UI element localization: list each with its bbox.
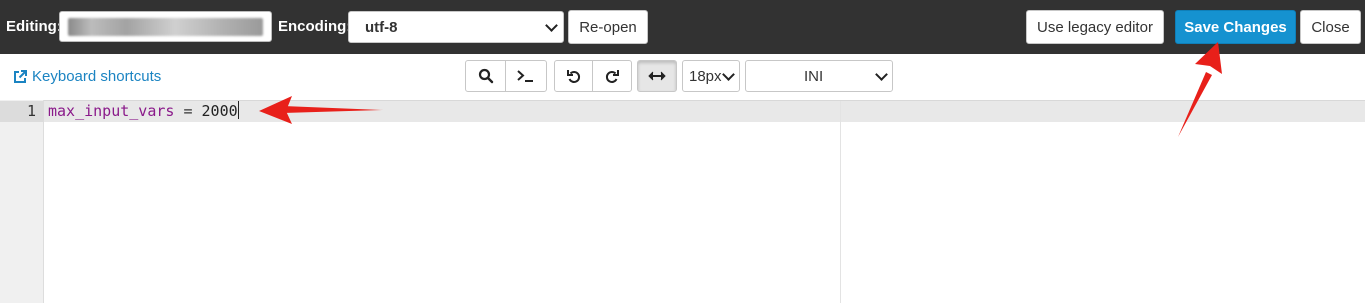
code-editor[interactable] [0, 100, 1365, 304]
font-size-value: 18px [689, 68, 722, 85]
editor-header-bar: Editing: Encoding: utf-8 Re-open Use leg… [0, 0, 1365, 54]
reopen-button[interactable]: Re-open [568, 10, 648, 44]
ini-key: max_input_vars [48, 102, 175, 120]
redo-button[interactable] [592, 60, 632, 92]
line-number: 1 [26, 102, 36, 120]
encoding-label: Encoding: [278, 18, 352, 35]
editing-label: Editing: [6, 18, 62, 35]
save-changes-button[interactable]: Save Changes [1175, 10, 1296, 44]
keyboard-shortcuts-link[interactable]: Keyboard shortcuts [13, 68, 161, 85]
ini-value: 2000 [201, 102, 238, 120]
active-line-highlight [44, 101, 1365, 122]
syntax-mode-select[interactable]: INI [745, 60, 893, 92]
keyboard-shortcuts-label: Keyboard shortcuts [32, 68, 162, 85]
legacy-editor-button[interactable]: Use legacy editor [1026, 10, 1164, 44]
code-line[interactable]: max_input_vars = 2000 [48, 101, 239, 122]
terminal-icon [517, 70, 533, 82]
syntax-mode-value: INI [804, 68, 824, 85]
ini-operator: = [174, 102, 202, 120]
encoding-select[interactable]: utf-8 [348, 11, 564, 43]
external-link-icon [14, 69, 27, 83]
search-icon [478, 68, 493, 84]
chevron-down-icon [875, 68, 888, 81]
search-button[interactable] [465, 60, 506, 92]
chevron-down-icon [545, 19, 558, 32]
redacted-filename [68, 18, 263, 36]
line-number-gutter [0, 100, 44, 303]
filename-field[interactable] [59, 11, 272, 42]
chevron-down-icon [722, 68, 735, 81]
text-cursor [237, 101, 239, 119]
font-size-select[interactable]: 18px [682, 60, 740, 92]
word-wrap-toggle[interactable] [637, 60, 677, 92]
horizontal-arrows-icon [648, 71, 666, 81]
command-palette-button[interactable] [505, 60, 547, 92]
redo-icon [606, 70, 619, 83]
close-button[interactable]: Close [1300, 10, 1361, 44]
undo-icon [566, 70, 580, 83]
undo-button[interactable] [554, 60, 593, 92]
print-margin [840, 101, 841, 303]
encoding-value: utf-8 [365, 19, 398, 36]
